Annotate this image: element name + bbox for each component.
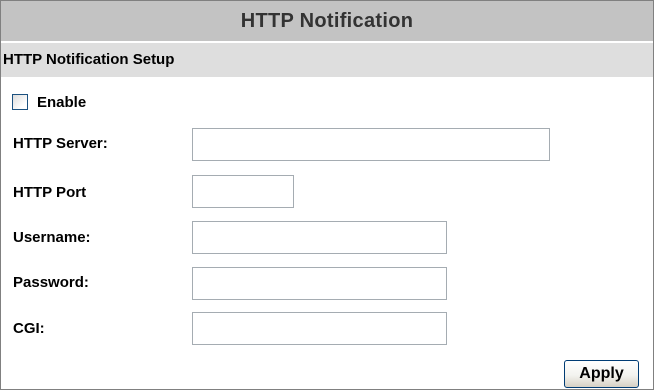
password-input[interactable] xyxy=(192,267,447,300)
username-label: Username: xyxy=(13,229,91,246)
http-port-input[interactable] xyxy=(192,175,294,208)
enable-row: Enable xyxy=(12,91,86,113)
apply-button[interactable]: Apply xyxy=(564,360,639,388)
enable-checkbox[interactable] xyxy=(12,94,28,110)
username-input[interactable] xyxy=(192,221,447,254)
panel-title: HTTP Notification xyxy=(1,1,653,41)
http-notification-panel: HTTP Notification HTTP Notification Setu… xyxy=(0,0,654,390)
section-header: HTTP Notification Setup xyxy=(1,43,653,77)
http-port-label: HTTP Port xyxy=(13,184,87,201)
enable-label: Enable xyxy=(37,93,87,111)
cgi-input[interactable] xyxy=(192,312,447,345)
http-server-input[interactable] xyxy=(192,128,550,161)
password-label: Password: xyxy=(13,274,89,291)
cgi-label: CGI: xyxy=(13,320,45,337)
http-server-label: HTTP Server: xyxy=(13,135,108,152)
